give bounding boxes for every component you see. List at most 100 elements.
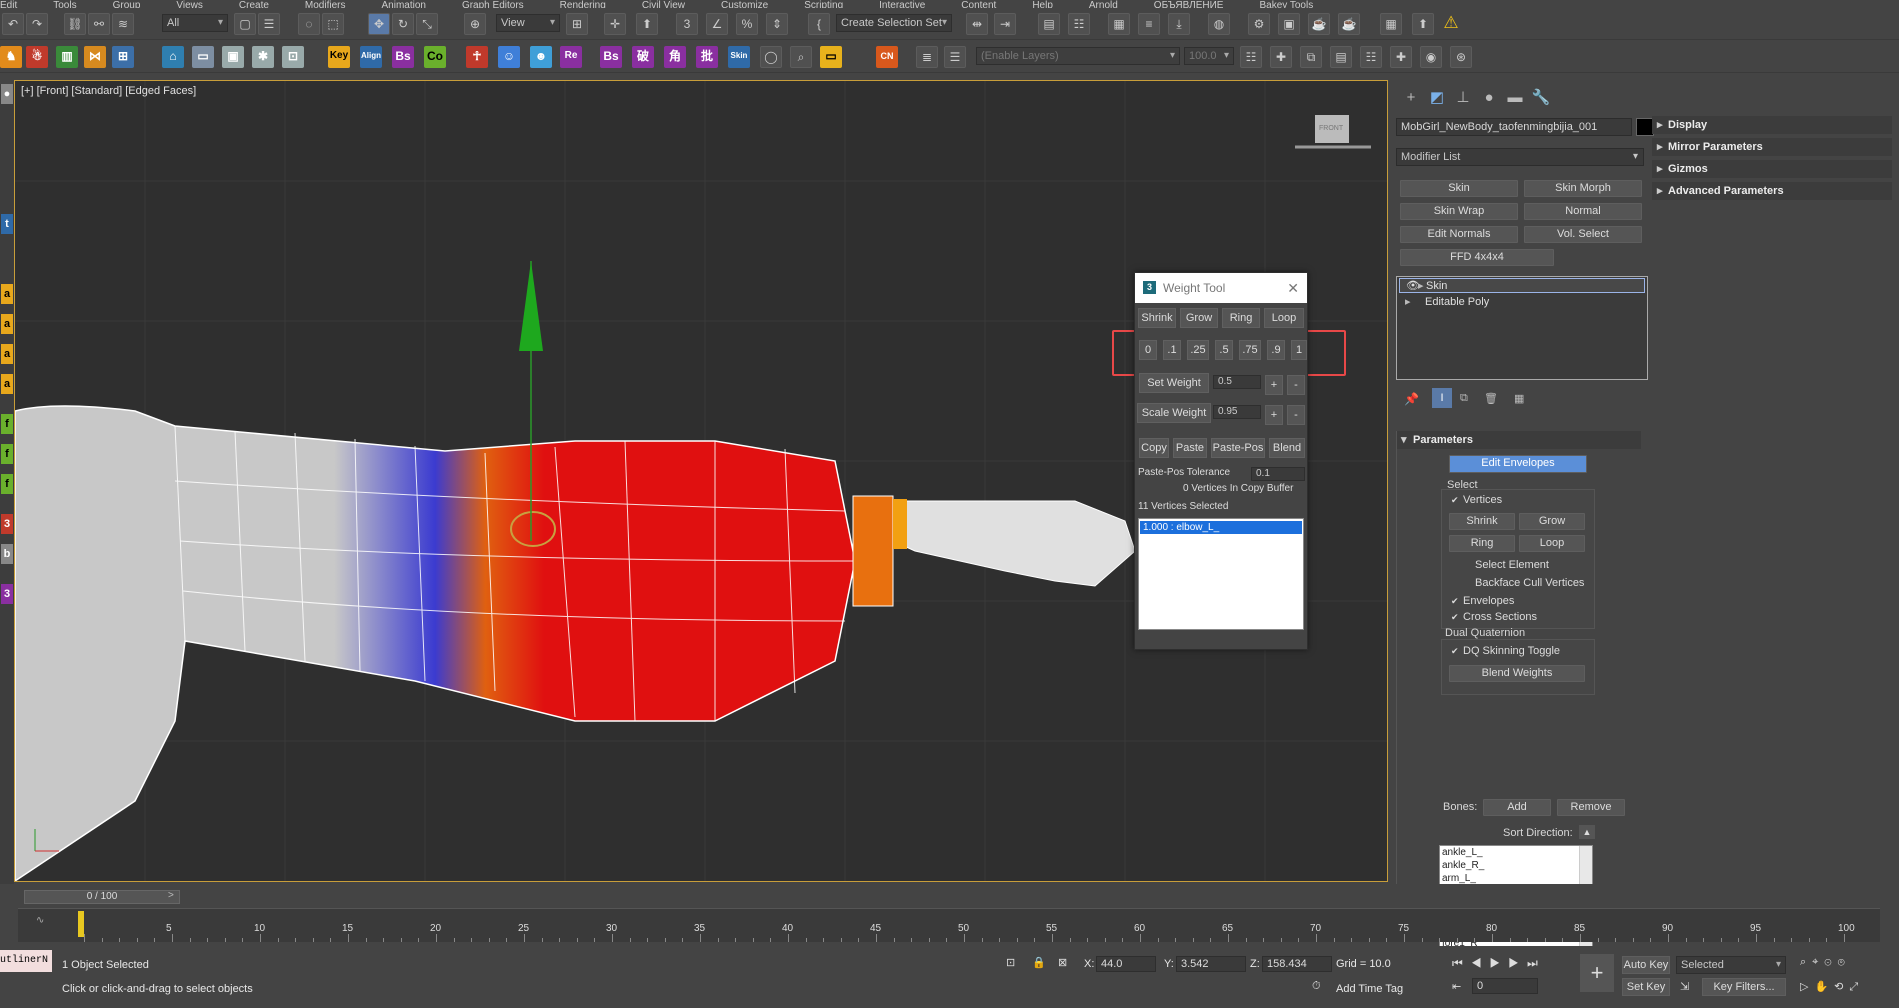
arnold-icon[interactable]: ▦: [1380, 13, 1402, 35]
weight-075-button[interactable]: .75: [1239, 340, 1261, 360]
select-manipulate-icon[interactable]: ✛: [604, 13, 626, 35]
layer-tool-5-icon[interactable]: ☷: [1360, 46, 1382, 68]
zoom-extents-icon[interactable]: ⊙: [1824, 956, 1837, 968]
layer-dropdown[interactable]: (Enable Layers): [976, 47, 1180, 65]
set-keys-icon[interactable]: +: [1580, 954, 1614, 992]
select-rotate-icon[interactable]: ↻: [392, 13, 414, 35]
mask-icon[interactable]: ☻: [530, 46, 552, 68]
left-tool-a4-icon[interactable]: a: [1, 374, 13, 394]
stack-item-editable-poly[interactable]: ▸ Editable Poly: [1399, 295, 1645, 310]
key-set-dropdown[interactable]: Selected: [1676, 956, 1786, 974]
angle-snap-icon[interactable]: ∠: [706, 13, 728, 35]
previous-key-icon[interactable]: ◀: [1471, 956, 1490, 970]
track-bar[interactable]: 5 10 15 20 25 30 35 40 45 50 55 60 65 70 75 80 85 90 95 100…: [18, 908, 1880, 942]
modify-tab-icon[interactable]: ◩: [1426, 88, 1448, 108]
plugin-1-icon[interactable]: ♞: [0, 46, 22, 68]
ffd-button[interactable]: FFD 4x4x4: [1400, 249, 1554, 266]
layer-tool-2-icon[interactable]: ✚: [1270, 46, 1292, 68]
tool-a-icon[interactable]: ▭: [192, 46, 214, 68]
left-tool-1-icon[interactable]: ●: [1, 84, 13, 104]
align-icon[interactable]: ⇥: [994, 13, 1016, 35]
auto-key-button[interactable]: Auto Key: [1622, 956, 1670, 974]
toggle-scene-explorer-icon[interactable]: ▤: [1038, 13, 1060, 35]
maxscript-listener[interactable]: utlinerN: [0, 950, 52, 972]
material-editor-icon[interactable]: ◍: [1208, 13, 1230, 35]
pan-icon[interactable]: ✋: [1814, 981, 1834, 993]
tool-d-icon[interactable]: ⊡: [282, 46, 304, 68]
next-key-icon[interactable]: ▶: [1508, 956, 1527, 970]
create-tab-icon[interactable]: +: [1400, 88, 1422, 108]
motion-tab-icon[interactable]: ●: [1478, 88, 1500, 108]
add-bone-button[interactable]: Add: [1483, 799, 1551, 816]
set-weight-plus-button[interactable]: +: [1265, 375, 1283, 395]
edit-normals-button[interactable]: Edit Normals: [1400, 226, 1518, 243]
parameters-title[interactable]: Parameters: [1397, 431, 1641, 449]
layer-tool-4-icon[interactable]: ▤: [1330, 46, 1352, 68]
left-tool-a2-icon[interactable]: a: [1, 314, 13, 334]
sort-direction-icon[interactable]: ▲: [1579, 825, 1595, 839]
skin-shrink-button[interactable]: Shrink: [1449, 513, 1515, 530]
scale-weight-button[interactable]: Scale Weight: [1137, 403, 1211, 423]
play-icon[interactable]: ▶: [1490, 956, 1509, 970]
skin-ring-button[interactable]: Ring: [1449, 535, 1515, 552]
advanced-parameters-rollout[interactable]: Advanced Parameters: [1652, 182, 1892, 200]
key-mode-icon[interactable]: ⇤: [1452, 980, 1461, 993]
scale-weight-plus-button[interactable]: +: [1265, 405, 1283, 425]
envelopes-checkbox[interactable]: ✔ Envelopes: [1451, 595, 1514, 607]
book-icon[interactable]: ▥: [56, 46, 78, 68]
weight-tool-titlebar[interactable]: 3 Weight Tool ✕: [1135, 273, 1307, 303]
normal-button[interactable]: Normal: [1524, 203, 1642, 220]
paste-tolerance-field[interactable]: 0.1: [1251, 467, 1305, 481]
expand-icon[interactable]: ▸: [1405, 295, 1411, 310]
select-scale-icon[interactable]: ⤡: [416, 13, 438, 35]
wt-shrink-button[interactable]: Shrink: [1138, 308, 1176, 328]
bs2-plugin-button[interactable]: Bs: [600, 46, 622, 68]
field-of-view-icon[interactable]: ▷: [1800, 981, 1814, 993]
set-weight-field[interactable]: 0.5: [1213, 375, 1261, 389]
paste-pos-button[interactable]: Paste-Pos: [1211, 438, 1265, 458]
co-plugin-button[interactable]: Co: [424, 46, 446, 68]
named-selection-set-dropdown[interactable]: Create Selection Set: [836, 14, 952, 32]
edit-envelopes-button[interactable]: Edit Envelopes: [1449, 455, 1587, 473]
remove-modifier-icon[interactable]: 🗑: [1484, 392, 1498, 405]
render-iterative-icon[interactable]: ☕: [1338, 13, 1360, 35]
z-coordinate-field[interactable]: 158.434: [1262, 956, 1332, 972]
edit-named-selection-icon[interactable]: {: [808, 13, 830, 35]
viewport-label[interactable]: [+] [Front] [Standard] [Edged Faces]: [21, 85, 196, 97]
layer-tool-6-icon[interactable]: ✚: [1390, 46, 1412, 68]
key-plugin-button[interactable]: Key: [328, 46, 350, 68]
isolate-icon[interactable]: ⊡: [1006, 956, 1015, 969]
spinner-snap-icon[interactable]: ⇕: [766, 13, 788, 35]
left-tool-b-icon[interactable]: b: [1, 544, 13, 564]
lock-icon[interactable]: 🔒: [1032, 956, 1046, 969]
rename-plugin-button[interactable]: Re: [560, 46, 582, 68]
bs-plugin-button[interactable]: Bs: [392, 46, 414, 68]
time-tag-icon[interactable]: ⏱: [1312, 980, 1321, 993]
bind-space-warp-icon[interactable]: ≋: [112, 13, 134, 35]
weight-list[interactable]: 1.000 : elbow_L_: [1138, 518, 1304, 630]
vol-select-button[interactable]: Vol. Select: [1524, 226, 1642, 243]
blend-button[interactable]: Blend: [1269, 438, 1305, 458]
gizmos-rollout[interactable]: Gizmos: [1652, 160, 1892, 178]
expand-icon[interactable]: ▸: [1418, 279, 1424, 294]
tool-b-icon[interactable]: ▣: [222, 46, 244, 68]
pi-plugin-button[interactable]: 批: [696, 46, 718, 68]
keyboard-shortcut-icon[interactable]: ⬆: [636, 13, 658, 35]
go-to-start-icon[interactable]: ⏮: [1452, 956, 1471, 970]
x-coordinate-field[interactable]: 44.0: [1096, 956, 1156, 972]
wt-ring-button[interactable]: Ring: [1222, 308, 1260, 328]
select-object-icon[interactable]: ▢: [234, 13, 256, 35]
cross-sections-checkbox[interactable]: ✔ Cross Sections: [1451, 611, 1537, 623]
weight-0-button[interactable]: 0: [1139, 340, 1157, 360]
rectangular-selection-icon[interactable]: ◌: [298, 13, 320, 35]
skin-plugin-button[interactable]: Skin: [728, 46, 750, 68]
curve-editor-icon[interactable]: ≡: [1138, 13, 1160, 35]
select-move-icon[interactable]: ✥: [368, 13, 390, 35]
weight-025-button[interactable]: .25: [1187, 340, 1209, 360]
skin-loop-button[interactable]: Loop: [1519, 535, 1585, 552]
mountain-icon[interactable]: ⌂: [162, 46, 184, 68]
modifier-list-dropdown[interactable]: Modifier List: [1396, 148, 1644, 166]
undo-icon[interactable]: ↶: [2, 13, 24, 35]
time-marker[interactable]: [78, 911, 84, 937]
display-tab-icon[interactable]: ▬: [1504, 88, 1526, 108]
